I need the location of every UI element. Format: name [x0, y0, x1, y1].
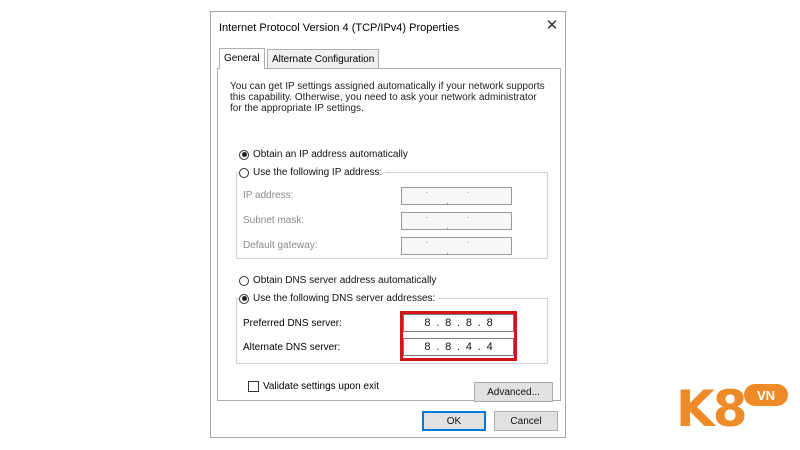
logo-badge: VN [744, 384, 788, 406]
ipv4-properties-dialog: Internet Protocol Version 4 (TCP/IPv4) P… [210, 11, 566, 438]
radio-label: Use the following IP address: [253, 167, 383, 178]
radio-use-following-ip[interactable]: Use the following IP address: [239, 167, 386, 178]
k8-logo: K8 VN [676, 382, 794, 442]
tab-general[interactable]: General [219, 48, 265, 69]
ip-address-label: IP address: [243, 190, 294, 201]
tab-alternate-configuration[interactable]: Alternate Configuration [267, 49, 380, 68]
default-gateway-input[interactable]: . . . [401, 235, 512, 257]
subnet-mask-label: Subnet mask: [243, 215, 305, 226]
radio-unchecked-icon [239, 275, 249, 286]
preferred-dns-label: Preferred DNS server: [243, 318, 342, 329]
cancel-button[interactable]: Cancel [494, 411, 558, 431]
radio-checked-icon [239, 293, 249, 304]
radio-checked-icon [239, 149, 249, 160]
dialog-title: Internet Protocol Version 4 (TCP/IPv4) P… [219, 22, 460, 34]
default-gateway-value: . . . [425, 235, 488, 257]
description-text: You can get IP settings assigned automat… [230, 81, 545, 114]
ip-address-input[interactable]: . . . [401, 185, 512, 207]
ip-address-value: . . . [425, 185, 488, 207]
alternate-dns-label: Alternate DNS server: [243, 342, 341, 353]
validate-settings-checkbox[interactable]: Validate settings upon exit [248, 381, 379, 392]
radio-use-following-dns[interactable]: Use the following DNS server addresses: [239, 293, 439, 304]
radio-obtain-dns-auto[interactable]: Obtain DNS server address automatically [239, 275, 436, 286]
radio-label: Use the following DNS server addresses: [253, 293, 436, 304]
checkbox-unchecked-icon [248, 381, 259, 392]
ok-button[interactable]: OK [422, 411, 486, 431]
general-panel: You can get IP settings assigned automat… [217, 68, 561, 402]
logo-brand-text: K8 [676, 380, 748, 438]
subnet-mask-value: . . . [425, 210, 488, 232]
radio-obtain-ip-auto[interactable]: Obtain an IP address automatically [239, 149, 408, 160]
close-icon[interactable]: ✕ [544, 17, 560, 34]
radio-label: Obtain an IP address automatically [253, 149, 408, 160]
default-gateway-label: Default gateway: [243, 240, 318, 251]
advanced-button[interactable]: Advanced... [474, 382, 553, 402]
validate-settings-label: Validate settings upon exit [263, 381, 380, 392]
radio-unchecked-icon [239, 167, 249, 178]
tab-strip: General Alternate Configuration [217, 48, 561, 69]
dns-highlight-box [400, 311, 517, 361]
radio-label: Obtain DNS server address automatically [253, 275, 437, 286]
subnet-mask-input[interactable]: . . . [401, 210, 512, 232]
